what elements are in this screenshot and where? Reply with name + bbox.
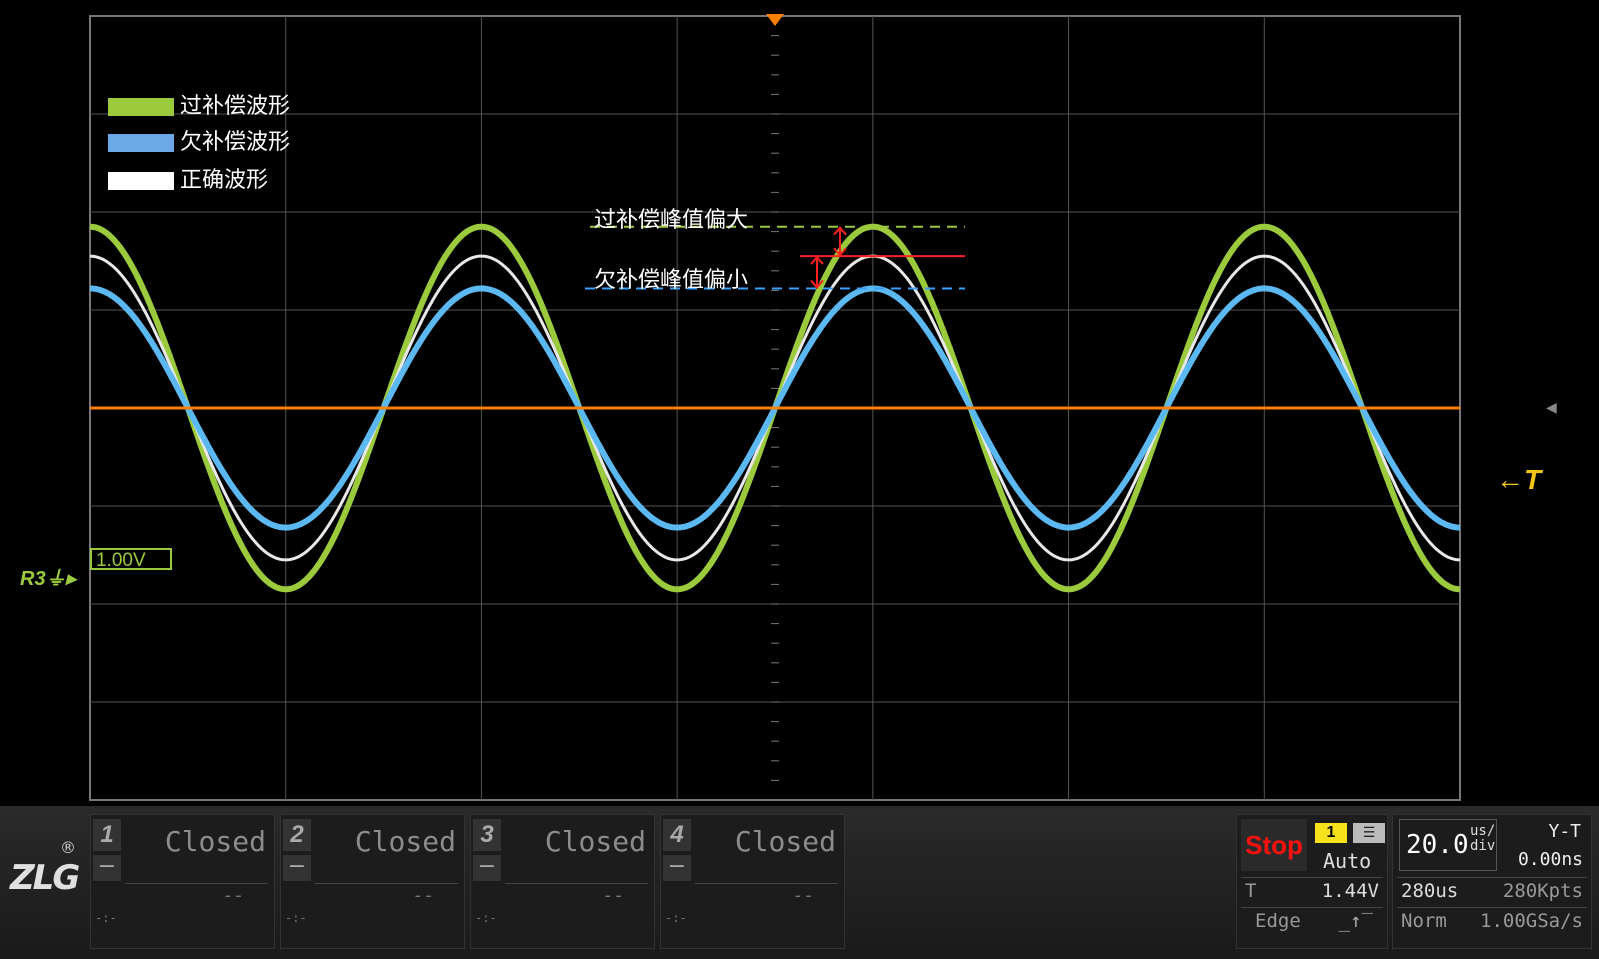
sample-rate: 1.00GSa/s	[1480, 910, 1583, 932]
run-stop-button[interactable]: Stop	[1241, 819, 1307, 871]
record-time: 280us	[1401, 880, 1459, 902]
channel-3-value: --	[602, 885, 624, 906]
brand-logo: ZLG	[10, 858, 80, 898]
legend-item-under: 欠补偿波形	[108, 132, 290, 154]
record-row: 280us 280Kpts	[1397, 877, 1587, 904]
channel-3-minus-icon[interactable]: −	[473, 855, 501, 881]
channel-3-number[interactable]: 3	[473, 819, 501, 851]
timebase-unit-bottom: div	[1470, 838, 1496, 854]
trigger-level-row[interactable]: T 1.44V	[1241, 877, 1383, 904]
trigger-menu-icon[interactable]: ☰	[1353, 823, 1385, 843]
channel-4-number[interactable]: 4	[663, 819, 691, 851]
trigger-source-badge[interactable]: 1	[1315, 823, 1347, 843]
record-length: 280Kpts	[1502, 880, 1583, 902]
channel-1-value: --	[222, 885, 244, 906]
trigger-level-marker[interactable]: ←T	[1496, 464, 1541, 496]
legend-swatch-under	[108, 134, 174, 152]
legend-label-correct: 正确波形	[180, 168, 269, 193]
channel-2-panel[interactable]: 2 − Closed -- -:-	[280, 814, 465, 949]
channel-2-divider	[315, 883, 458, 884]
legend-item-correct: 正确波形	[108, 170, 268, 192]
timebase-scale[interactable]: 20.0 us/div	[1399, 819, 1497, 871]
channel-4-divider	[695, 883, 838, 884]
channel-1-divider	[125, 883, 268, 884]
channel-4-status: Closed	[734, 825, 836, 858]
channel-3-coupling: -:-	[475, 911, 497, 925]
legend-label-under: 欠补偿波形	[180, 130, 291, 155]
waveform-display: 过补偿波形 欠补偿波形 正确波形 过补偿峰值偏大 欠补偿峰值偏小 R3⏚▸ 1.…	[0, 0, 1599, 820]
trigger-panel[interactable]: Stop 1 ☰ Auto T 1.44V Edge _↑‾	[1236, 814, 1388, 949]
timebase-unit: us/div	[1470, 824, 1495, 854]
timebase-value: 20.0	[1406, 830, 1469, 860]
annotation-over-peak: 过补偿峰值偏大	[594, 208, 749, 233]
trigger-level-value: 1.44V	[1321, 880, 1379, 902]
trigger-marker-label: T	[1524, 464, 1542, 495]
horizontal-position[interactable]: 0.00ns	[1518, 849, 1583, 870]
rising-edge-icon: _↑‾	[1338, 910, 1373, 932]
ref-channel-label[interactable]: R3⏚▸	[20, 562, 76, 591]
registered-mark: ®	[60, 838, 76, 857]
channel-1-number[interactable]: 1	[93, 819, 121, 851]
channel-3-divider	[505, 883, 648, 884]
channel-1-panel[interactable]: 1 − Closed -- -:-	[90, 814, 275, 949]
channel-2-number[interactable]: 2	[283, 819, 311, 851]
channel-4-panel[interactable]: 4 − Closed -- -:-	[660, 814, 845, 949]
channel-1-status: Closed	[164, 825, 266, 858]
side-panel-expand-icon[interactable]: ◀	[1546, 400, 1557, 416]
acquisition-row[interactable]: Norm 1.00GSa/s	[1397, 907, 1587, 934]
trigger-slope-row[interactable]: Edge _↑‾	[1241, 907, 1383, 934]
channel-4-coupling: -:-	[665, 911, 687, 925]
oscilloscope-grid	[89, 14, 1461, 801]
channel-2-value: --	[412, 885, 434, 906]
channel-3-panel[interactable]: 3 − Closed -- -:-	[470, 814, 655, 949]
left-arrow-icon: ←	[1496, 464, 1524, 495]
legend-label-over: 过补偿波形	[180, 94, 291, 119]
acquisition-mode: Norm	[1401, 910, 1447, 932]
channel-2-minus-icon[interactable]: −	[283, 855, 311, 881]
ref-channel-name: R3	[20, 568, 46, 590]
ground-arrow-icon: ⏚▸	[45, 568, 76, 590]
legend-swatch-over	[108, 98, 174, 116]
timebase-panel[interactable]: 20.0 us/div Y-T 0.00ns 280us 280Kpts Nor…	[1392, 814, 1592, 949]
legend-swatch-correct	[108, 172, 174, 190]
channel-2-status: Closed	[354, 825, 456, 858]
trigger-slope-label: Edge	[1255, 910, 1301, 932]
channel-4-value: --	[792, 885, 814, 906]
channel-4-minus-icon[interactable]: −	[663, 855, 691, 881]
channel-2-coupling: -:-	[285, 911, 307, 925]
channel-1-minus-icon[interactable]: −	[93, 855, 121, 881]
trigger-type-label: T	[1245, 880, 1257, 902]
channel-1-coupling: -:-	[95, 911, 117, 925]
display-mode[interactable]: Y-T	[1548, 821, 1581, 842]
timebase-unit-top: us/	[1470, 823, 1496, 839]
trigger-mode[interactable]: Auto	[1323, 849, 1371, 873]
trigger-position-marker	[766, 14, 784, 26]
annotation-under-peak: 欠补偿峰值偏小	[594, 268, 749, 293]
ref-channel-scale[interactable]: 1.00V	[90, 548, 172, 571]
bottom-status-panel: ZLG ® 1 − Closed -- -:- 2 − Closed -- -:…	[0, 806, 1599, 959]
channel-3-status: Closed	[544, 825, 646, 858]
legend-item-over: 过补偿波形	[108, 96, 290, 118]
